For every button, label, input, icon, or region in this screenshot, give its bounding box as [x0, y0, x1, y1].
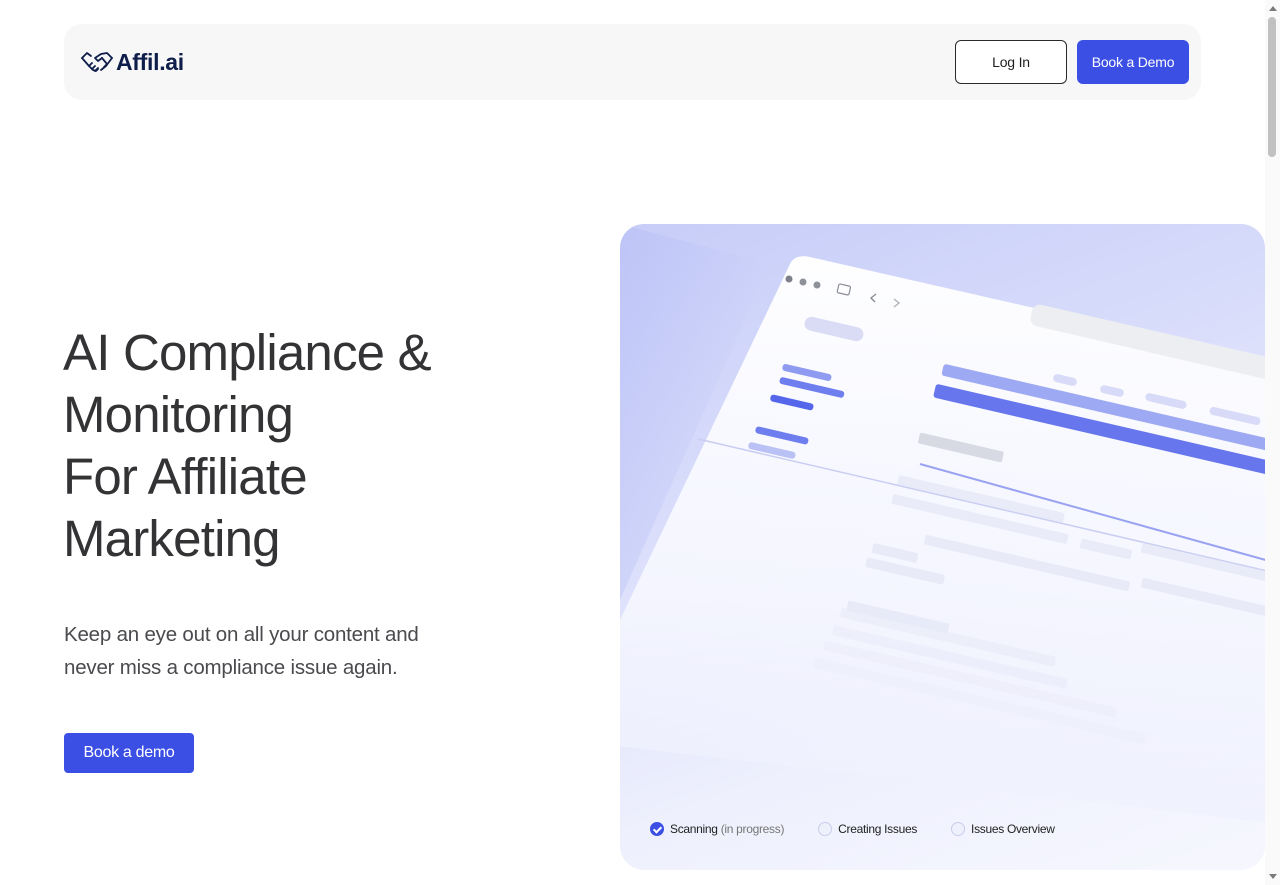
hero-subtitle-line: Keep an eye out on all your content and	[64, 623, 419, 646]
step-label: Scanning (in progress)	[670, 822, 785, 836]
page-scrollbar[interactable]	[1265, 0, 1280, 885]
hero-title-line: For Affiliate	[63, 448, 308, 505]
scroll-up-arrow-icon[interactable]	[1269, 6, 1277, 11]
brand-name: Affil.ai	[116, 48, 184, 75]
handshake-icon	[81, 52, 113, 72]
check-circle-icon	[650, 822, 664, 836]
circle-icon	[818, 822, 833, 836]
hero-product-illustration: Scanning (in progress) Creating Issues I…	[620, 224, 1265, 870]
scroll-down-arrow-icon[interactable]	[1269, 874, 1277, 879]
hero-book-demo-button[interactable]: Book a demo	[64, 733, 194, 773]
scan-progress-steps: Scanning (in progress) Creating Issues I…	[650, 822, 1055, 836]
step-issues-overview: Issues Overview	[951, 822, 1055, 836]
login-button[interactable]: Log In	[955, 40, 1067, 84]
step-label: Creating Issues	[838, 822, 918, 836]
step-scanning: Scanning (in progress)	[650, 822, 784, 836]
circle-icon	[951, 822, 966, 836]
scrollbar-thumb[interactable]	[1268, 17, 1276, 157]
book-demo-button[interactable]: Book a Demo	[1077, 40, 1189, 84]
hero-title-line: Marketing	[63, 510, 281, 567]
hero-subtitle-line: never miss a compliance issue again.	[64, 656, 398, 679]
step-label: Issues Overview	[971, 822, 1055, 836]
hero-subtitle: Keep an eye out on all your content and …	[64, 618, 484, 684]
brand-logo[interactable]: Affil.ai	[80, 48, 184, 76]
nav-actions: Log In Book a Demo	[955, 40, 1189, 84]
top-navbar: Affil.ai Log In Book a Demo	[64, 24, 1201, 100]
step-creating-issues: Creating Issues	[818, 822, 917, 836]
hero-title-line: Monitoring	[63, 386, 294, 443]
hero-title-line: AI Compliance &	[63, 324, 432, 381]
app-window-mockup	[620, 224, 1265, 824]
hero-title: AI Compliance & Monitoring For Affiliate…	[63, 322, 432, 570]
